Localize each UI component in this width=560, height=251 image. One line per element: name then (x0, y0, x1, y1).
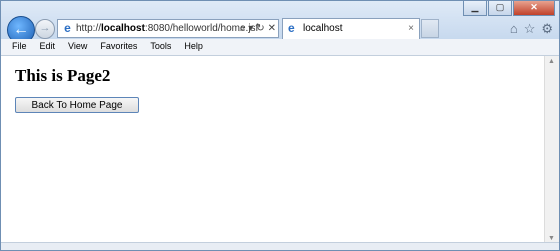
window-controls: ▁ ▢ ✕ (462, 1, 555, 16)
tab-ie-icon: e (288, 21, 295, 35)
menu-file[interactable]: File (1, 39, 31, 55)
menu-favorites[interactable]: Favorites (91, 39, 141, 55)
close-window-button[interactable]: ✕ (513, 1, 555, 16)
status-bar (1, 242, 559, 250)
menu-view[interactable]: View (59, 39, 91, 55)
stop-icon[interactable]: ✕ (268, 20, 276, 37)
back-to-home-button[interactable]: Back To Home Page (15, 97, 139, 113)
search-icon[interactable]: ⌕ (240, 20, 246, 37)
dropdown-icon[interactable]: ▾ (248, 20, 253, 37)
refresh-icon[interactable]: ↻ (256, 20, 264, 37)
forward-button[interactable]: → (35, 19, 55, 39)
new-tab-button[interactable] (421, 19, 439, 38)
scroll-down-icon[interactable]: ▼ (548, 235, 555, 242)
url-host: localhost (101, 23, 145, 34)
tab-localhost[interactable]: e localhost × (282, 18, 420, 39)
menu-help[interactable]: Help (175, 39, 207, 55)
home-icon[interactable]: ⌂ (510, 21, 518, 37)
menu-edit[interactable]: Edit (31, 39, 60, 55)
address-tools: ⌕ ▾ ↻ ✕ (240, 20, 276, 37)
title-bar: ▁ ▢ ✕ ← → e http://localhost:8080/hellow… (1, 1, 559, 44)
gear-icon[interactable]: ⚙ (541, 21, 553, 37)
address-bar[interactable]: e http://localhost:8080/helloworld/home.… (57, 19, 279, 38)
tab-close-icon[interactable]: × (408, 19, 414, 39)
menu-tools[interactable]: Tools (141, 39, 175, 55)
url-prefix: http:// (76, 23, 102, 34)
vertical-scrollbar[interactable]: ▲ ▼ (544, 56, 559, 244)
address-url[interactable]: http://localhost:8080/helloworld/home.js… (76, 20, 258, 37)
browser-window: ▁ ▢ ✕ ← → e http://localhost:8080/hellow… (0, 0, 560, 251)
scroll-up-icon[interactable]: ▲ (548, 58, 555, 65)
page-content: This is Page2 Back To Home Page (1, 56, 544, 244)
forward-arrow-icon: → (39, 22, 51, 34)
toolbar-icons: ⌂ ☆ ⚙ (510, 21, 553, 37)
tab-title: localhost (303, 23, 343, 34)
maximize-button[interactable]: ▢ (488, 1, 512, 16)
ie-page-icon: e (64, 21, 71, 35)
minimize-button[interactable]: ▁ (463, 1, 487, 16)
menu-bar: File Edit View Favorites Tools Help (1, 39, 559, 56)
back-arrow-icon: ← (13, 21, 29, 38)
favorites-star-icon[interactable]: ☆ (524, 21, 536, 37)
page-title: This is Page2 (15, 66, 111, 85)
